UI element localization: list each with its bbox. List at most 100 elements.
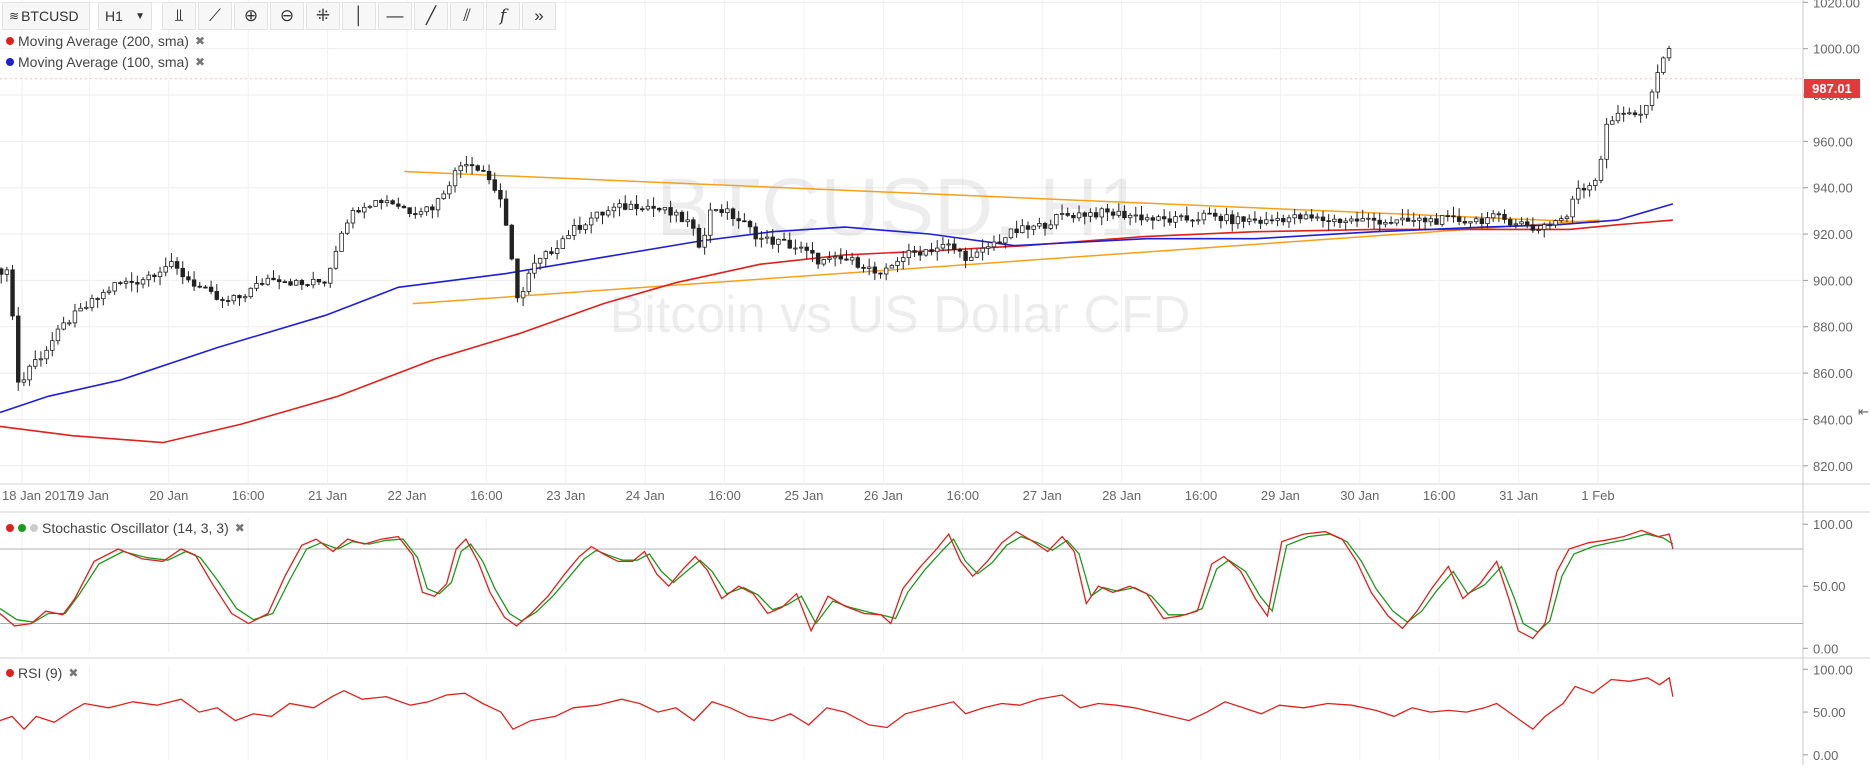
legend-rsi: RSI (9) ✖: [6, 665, 78, 681]
x-tick-label: 29 Jan: [1261, 488, 1300, 503]
candle-body: [571, 225, 577, 236]
chart-canvas[interactable]: 820.00 840.00 860.00 880.00 900.00 920.00 940.…: [0, 0, 1870, 765]
collapse-panel-icon[interactable]: ⇤: [1858, 404, 1869, 420]
compare-icon: ⟋: [209, 6, 221, 25]
candle-body: [481, 169, 486, 172]
candle-body: [1445, 215, 1450, 218]
candle-body: [1315, 216, 1320, 219]
x-tick-label: 22 Jan: [387, 488, 426, 503]
candle-body: [1161, 216, 1167, 220]
candle-body: [713, 209, 719, 211]
candle-body: [611, 206, 617, 212]
x-tick-label: 16:00: [470, 488, 503, 503]
chevron-down-icon: ▼: [135, 10, 145, 22]
candle-body: [645, 205, 651, 210]
candle-body: [1184, 215, 1190, 221]
candle-body: [1632, 112, 1638, 115]
candle-body: [1610, 120, 1615, 125]
candle-body: [1031, 225, 1036, 230]
candle-body: [345, 222, 350, 234]
candle-body: [804, 246, 809, 251]
candle-body: [1536, 229, 1541, 231]
stoch-k-dot: [6, 524, 14, 532]
fast-forward-button[interactable]: »: [522, 2, 556, 30]
candle-body: [549, 251, 554, 254]
candle-body: [475, 165, 480, 171]
y-tick-label: 100.00: [1813, 662, 1853, 677]
y-tick-label: 960.00: [1813, 134, 1853, 149]
candle-body: [1422, 217, 1428, 223]
x-tick-label: 16:00: [947, 488, 980, 503]
candle-body: [1360, 218, 1365, 222]
y-tick-label: 0.00: [1813, 641, 1838, 656]
candle-body: [1428, 218, 1433, 223]
candle-body: [935, 247, 940, 253]
candle-body: [634, 203, 639, 210]
zoom-out-icon: ⊖: [279, 6, 295, 25]
rsi-line: [0, 676, 1674, 731]
zoom-out-button[interactable]: ⊖: [270, 2, 304, 30]
compare-button[interactable]: ⟋: [198, 2, 232, 30]
indicators-button[interactable]: ⫫: [162, 2, 196, 30]
candle-body: [883, 267, 889, 275]
candle-body: [1235, 216, 1241, 225]
candle-body: [855, 257, 861, 268]
interval-selector[interactable]: H1 ▼: [98, 2, 152, 30]
candle-body: [55, 328, 61, 342]
candle-body: [918, 251, 923, 256]
candle-body: [668, 207, 673, 216]
candle-body: [379, 200, 384, 204]
candle-body: [861, 266, 866, 269]
close-icon[interactable]: ✖: [195, 34, 205, 48]
candle-body: [225, 300, 231, 302]
candle-body: [1275, 218, 1280, 221]
candle-body: [1082, 212, 1087, 217]
candle-body: [719, 209, 724, 213]
candle-body: [67, 322, 72, 325]
close-icon[interactable]: ✖: [235, 521, 245, 535]
function-button[interactable]: f: [486, 2, 520, 30]
candle-body: [112, 282, 117, 292]
candle-body: [1371, 217, 1377, 221]
candle-body: [1258, 219, 1263, 224]
candle-body: [515, 258, 520, 299]
candle-body: [174, 261, 180, 269]
candle-body: [1298, 214, 1303, 220]
candle-body: [906, 250, 912, 259]
x-tick-label: 18 Jan 2017: [2, 488, 74, 503]
x-tick-label: 30 Jan: [1340, 488, 1379, 503]
candle-body: [16, 315, 21, 383]
horizontal-line-button[interactable]: —: [378, 2, 412, 30]
candle-body: [288, 281, 293, 286]
trading-chart[interactable]: 820.00 840.00 860.00 880.00 900.00 920.00 940.…: [0, 0, 1870, 765]
candle-body: [1598, 158, 1604, 181]
candle-body: [1434, 218, 1439, 225]
trend-line-button[interactable]: ╱: [414, 2, 448, 30]
fibonacci-button[interactable]: ⫽: [450, 2, 484, 30]
close-icon[interactable]: ✖: [195, 55, 205, 69]
candle-body: [1059, 213, 1065, 215]
candle-body: [742, 220, 747, 223]
candle-body: [583, 224, 588, 230]
candle-body: [242, 296, 248, 299]
candle-body: [1195, 219, 1201, 222]
symbol-selector[interactable]: ≋ BTCUSD: [2, 2, 90, 30]
fast-forward-icon: »: [534, 6, 544, 25]
zoom-in-button[interactable]: ⊕: [234, 2, 268, 30]
candle-body: [1405, 217, 1411, 222]
close-icon[interactable]: ✖: [68, 666, 78, 680]
x-tick-label: 16:00: [232, 488, 265, 503]
x-tick-label: 24 Jan: [626, 488, 665, 503]
candle-body: [793, 247, 798, 250]
candle-body: [957, 249, 963, 252]
candle-body: [118, 282, 123, 285]
candle-body: [991, 241, 997, 248]
crosshair-button[interactable]: ⁜: [306, 2, 340, 30]
candle-body: [1627, 112, 1632, 115]
candle-body: [1003, 237, 1008, 244]
candle-body: [356, 210, 361, 213]
candle-body: [486, 170, 492, 181]
crosshair-icon: ⁜: [315, 6, 331, 25]
candle-body: [560, 238, 566, 249]
vertical-line-button[interactable]: │: [342, 2, 376, 30]
